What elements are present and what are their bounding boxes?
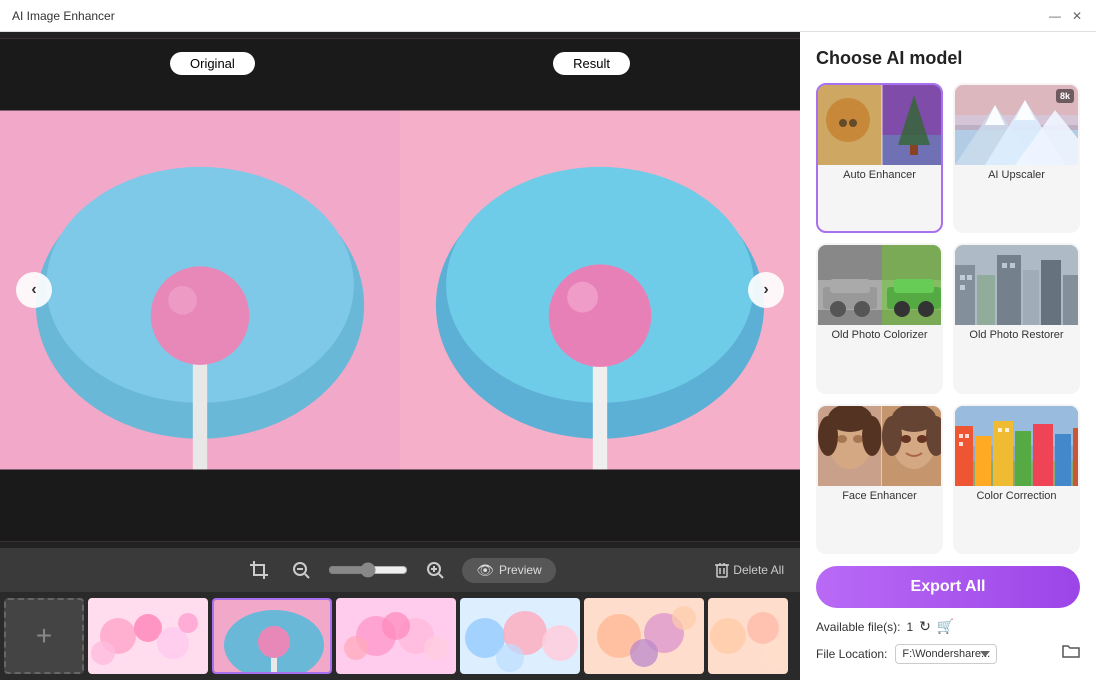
cart-icon[interactable]: 🛒 (937, 618, 954, 635)
file-location-row: File Location: F:\Wondershare... (816, 643, 1080, 664)
close-button[interactable]: ✕ (1070, 9, 1084, 23)
export-all-button[interactable]: Export All (816, 566, 1080, 608)
zoom-out-button[interactable] (286, 557, 316, 583)
model-card-ai-upscaler[interactable]: 8k AI Upscaler (953, 83, 1080, 233)
result-image-half (400, 32, 800, 548)
result-label: Result (553, 52, 630, 75)
available-files-label: Available file(s): (816, 620, 900, 634)
thumbnail-1[interactable] (88, 598, 208, 674)
window-controls: — ✕ (1048, 9, 1084, 23)
open-folder-button[interactable] (1062, 643, 1080, 664)
preview-button[interactable]: 👁 Preview (462, 558, 555, 583)
right-panel: Choose AI model (800, 32, 1096, 680)
original-label: Original (170, 52, 255, 75)
model-ai-upscaler-label: AI Upscaler (955, 165, 1078, 185)
model-color-correction-label: Color Correction (955, 486, 1078, 506)
original-image-half (0, 32, 400, 548)
model-auto-enhancer-label: Auto Enhancer (818, 165, 941, 185)
model-card-old-photo-restorer[interactable]: Old Photo Restorer (953, 243, 1080, 393)
model-card-face-enhancer[interactable]: Face Enhancer (816, 404, 943, 554)
thumbnail-6[interactable] (708, 598, 788, 674)
available-files-count: 1 (906, 620, 913, 634)
crop-button[interactable] (244, 557, 274, 583)
refresh-icon[interactable]: ↻ (919, 618, 931, 635)
section-title: Choose AI model (816, 48, 1080, 69)
zoom-in-button[interactable] (420, 557, 450, 583)
main-content: Original Result ‹ › (0, 32, 1096, 680)
thumbnail-strip: + (0, 592, 800, 680)
file-location-label: File Location: (816, 647, 887, 661)
next-image-button[interactable]: › (748, 272, 784, 308)
minimize-button[interactable]: — (1048, 9, 1062, 23)
image-panel: Original Result ‹ › (0, 32, 800, 680)
app-title: AI Image Enhancer (12, 9, 1048, 23)
delete-all-button[interactable]: Delete All (715, 562, 784, 578)
image-compare (0, 32, 800, 548)
thumbnail-4[interactable] (460, 598, 580, 674)
zoom-slider[interactable] (328, 562, 408, 578)
prev-image-button[interactable]: ‹ (16, 272, 52, 308)
model-old-photo-colorizer-label: Old Photo Colorizer (818, 325, 941, 345)
image-display: Original Result ‹ › (0, 32, 800, 548)
preview-label: Preview (499, 563, 542, 577)
model-card-auto-enhancer[interactable]: Auto Enhancer (816, 83, 943, 233)
image-toolbar: 👁 Preview Delete All (0, 548, 800, 592)
model-card-color-correction[interactable]: Color Correction (953, 404, 1080, 554)
thumbnail-5[interactable] (584, 598, 704, 674)
badge-8k: 8k (1056, 89, 1074, 103)
model-card-old-photo-colorizer[interactable]: Old Photo Colorizer (816, 243, 943, 393)
title-bar: AI Image Enhancer — ✕ (0, 0, 1096, 32)
thumbnail-2[interactable] (212, 598, 332, 674)
available-files-row: Available file(s): 1 ↻ 🛒 (816, 618, 1080, 635)
model-old-photo-restorer-label: Old Photo Restorer (955, 325, 1078, 345)
add-icon: + (36, 620, 52, 652)
delete-all-label: Delete All (733, 563, 784, 577)
model-grid: Auto Enhancer (816, 83, 1080, 554)
file-location-select[interactable]: F:\Wondershare... (895, 644, 997, 664)
model-face-enhancer-label: Face Enhancer (818, 486, 941, 506)
thumbnail-3[interactable] (336, 598, 456, 674)
right-bottom: Export All Available file(s): 1 ↻ 🛒 File… (816, 554, 1080, 664)
add-image-button[interactable]: + (4, 598, 84, 674)
eye-icon: 👁 (476, 562, 494, 579)
